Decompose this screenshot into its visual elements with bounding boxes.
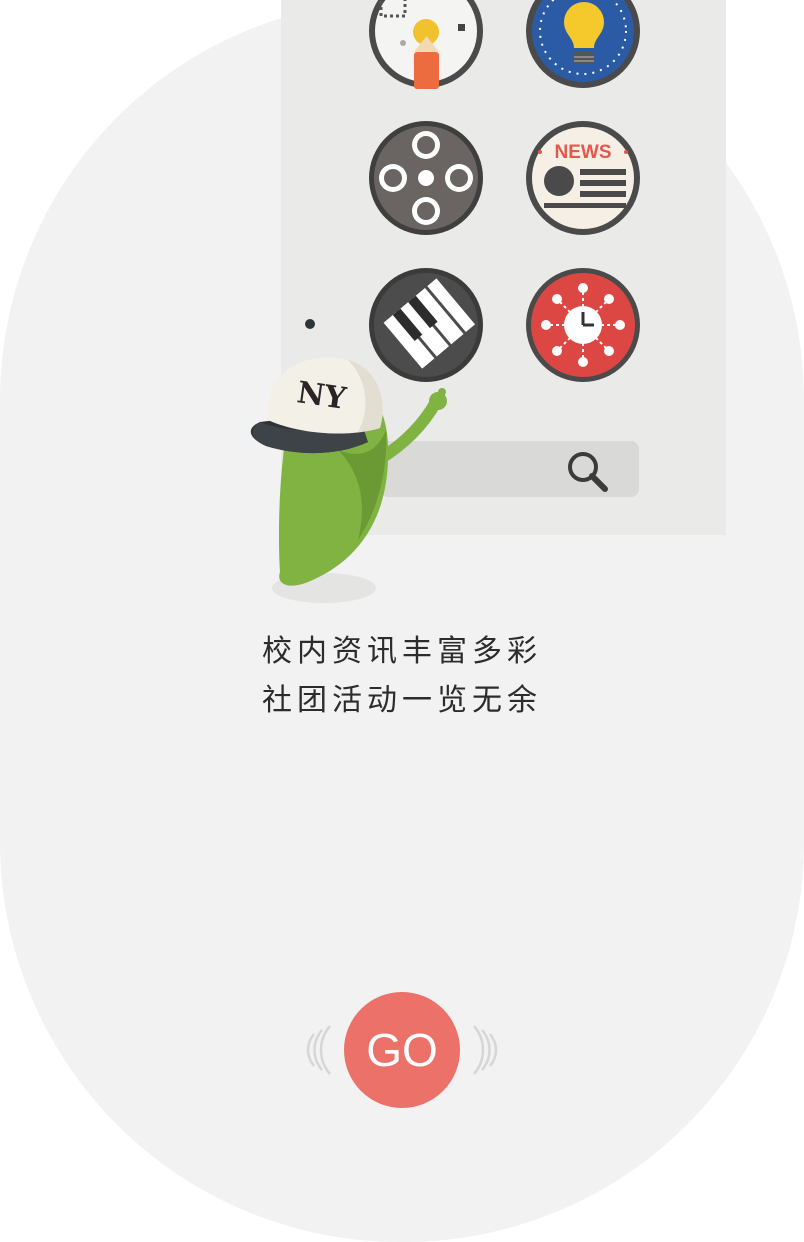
lightbulb-compass-icon xyxy=(524,0,642,90)
cap-logo: NY xyxy=(295,375,349,417)
go-button[interactable]: GO xyxy=(344,992,460,1108)
slogan-line-2: 社团活动一览无余 xyxy=(262,683,542,718)
film-reel-icon xyxy=(367,119,485,237)
sound-wave-left-icon xyxy=(306,1025,331,1075)
newspaper-icon: NEWS xyxy=(524,119,642,237)
slogan-line-1: 校内资讯丰富多彩 xyxy=(262,634,542,669)
go-button-group: GO xyxy=(300,992,504,1108)
news-label: NEWS xyxy=(555,142,612,163)
mascot-illustration: NY xyxy=(250,319,447,603)
pencil-canvas-icon xyxy=(367,0,485,90)
sound-wave-right-icon xyxy=(473,1025,498,1075)
clock-network-icon xyxy=(524,266,642,384)
search-icon xyxy=(568,452,608,492)
